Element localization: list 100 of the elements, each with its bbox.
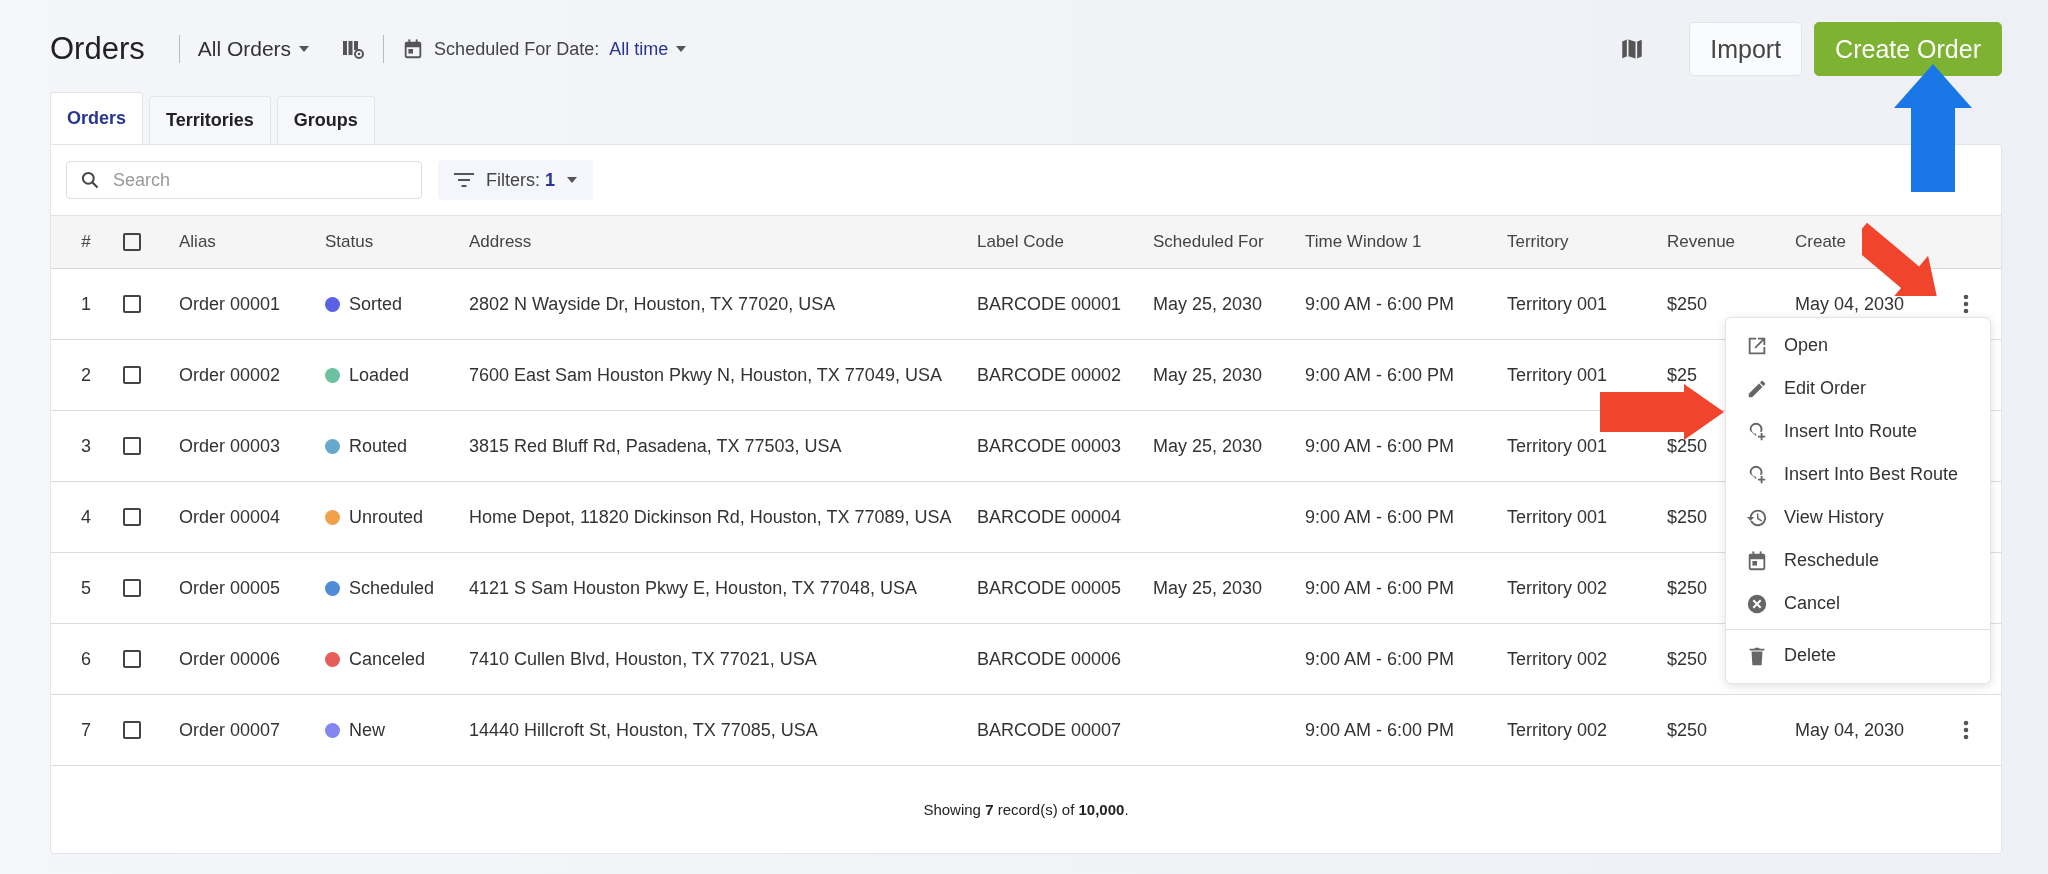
search-icon (80, 170, 100, 190)
menu-item[interactable]: View History (1726, 496, 1990, 539)
tab[interactable]: Orders (50, 92, 144, 144)
more-icon[interactable] (1963, 720, 1969, 740)
column-header: Revenue (1667, 232, 1736, 252)
menu-item[interactable]: Insert Into Route (1726, 410, 1990, 453)
territory-cell: Territory 001 (1507, 293, 1608, 315)
address-cell: 2802 N Wayside Dr, Houston, TX 77020, USA (469, 293, 836, 315)
time-window-cell: 9:00 AM - 6:00 PM (1305, 577, 1455, 599)
alias-cell: Order 00004 (179, 506, 281, 528)
date-cell: May 04, 2030 (1795, 293, 1905, 315)
tab[interactable]: Territories (149, 96, 271, 144)
row-number: 4 (81, 506, 91, 528)
more-icon[interactable] (1963, 294, 1969, 314)
caret-icon (299, 46, 310, 52)
territory-cell: Territory 001 (1507, 435, 1608, 457)
status-label: Loaded (349, 364, 410, 386)
revenue-cell: $250 (1667, 648, 1708, 670)
row-checkbox[interactable] (123, 721, 141, 739)
column-header: Address (469, 232, 532, 252)
row-number: 2 (81, 364, 91, 386)
time-window-cell: 9:00 AM - 6:00 PM (1305, 719, 1455, 741)
time-window-cell: 9:00 AM - 6:00 PM (1305, 364, 1455, 386)
status-label: Canceled (349, 648, 426, 670)
column-header: Alias (179, 232, 216, 252)
address-cell: 4121 S Sam Houston Pkwy E, Houston, TX 77048, USA (469, 577, 917, 599)
label-code-cell: BARCODE 00006 (977, 648, 1122, 670)
date-cell: May 25, 2030 (1153, 364, 1263, 386)
menu-item[interactable]: Edit Order (1726, 367, 1990, 410)
column-header: # (81, 232, 91, 252)
time-window-cell: 9:00 AM - 6:00 PM (1305, 293, 1455, 315)
label-code-cell: BARCODE 00002 (977, 364, 1122, 386)
column-header: Status (325, 232, 374, 252)
row-checkbox[interactable] (123, 508, 141, 526)
address-cell: 7600 East Sam Houston Pkwy N, Houston, TX 77049, USA (469, 364, 942, 386)
filters-button[interactable]: Filters: 1 (438, 160, 594, 200)
label-code-cell: BARCODE 00004 (977, 506, 1122, 528)
revenue-cell: $250 (1667, 719, 1708, 741)
menu-item[interactable]: Insert Into Best Route (1726, 453, 1990, 496)
alias-cell: Order 00005 (179, 577, 281, 599)
row-number: 5 (81, 577, 91, 599)
time-window-cell: 9:00 AM - 6:00 PM (1305, 506, 1455, 528)
revenue-cell: $250 (1667, 293, 1708, 315)
filter-icon (454, 172, 474, 188)
menu-item[interactable]: Cancel (1726, 582, 1990, 625)
alias-cell: Order 00001 (179, 293, 281, 315)
column-header: Scheduled For (1153, 232, 1264, 252)
menu-item[interactable]: Open (1726, 324, 1990, 367)
territory-cell: Territory 001 (1507, 364, 1608, 386)
alias-cell: Order 00003 (179, 435, 281, 457)
territory-cell: Territory 002 (1507, 577, 1608, 599)
column-header: Territory (1507, 232, 1569, 252)
alias-cell: Order 00002 (179, 364, 281, 386)
import-button[interactable]: Import (1689, 22, 1803, 76)
menu-item[interactable]: Reschedule (1726, 539, 1990, 582)
address-cell: 3815 Red Bluff Rd, Pasadena, TX 77503, USA (469, 435, 842, 457)
row-checkbox[interactable] (123, 366, 141, 384)
column-header: Create (1795, 232, 1847, 252)
label-code-cell: BARCODE 00007 (977, 719, 1122, 741)
tab[interactable]: Groups (276, 96, 375, 144)
search-field[interactable]: Search (66, 161, 422, 199)
status-label: Scheduled (349, 577, 435, 599)
row-number: 6 (81, 648, 91, 670)
row-checkbox[interactable] (123, 437, 141, 455)
time-window-cell: 9:00 AM - 6:00 PM (1305, 435, 1455, 457)
row-checkbox[interactable] (123, 579, 141, 597)
territory-cell: Territory 002 (1507, 648, 1608, 670)
column-header: Label Code (977, 232, 1064, 252)
territory-cell: Territory 002 (1507, 719, 1608, 741)
status-label: Routed (349, 435, 408, 457)
record-count: Showing 7 record(s) of 10,000. (923, 801, 1129, 818)
address-cell: 14440 Hillcroft St, Houston, TX 77085, USA (469, 719, 818, 741)
select-all-checkbox[interactable] (123, 233, 141, 251)
page-title: Orders (50, 31, 145, 67)
row-number: 3 (81, 435, 91, 457)
date-filter-dropdown[interactable]: All time (609, 38, 687, 60)
address-cell: Home Depot, 11820 Dickinson Rd, Houston, TX 77089, USA (469, 506, 952, 528)
alias-cell: Order 00007 (179, 719, 281, 741)
date-cell: May 25, 2030 (1153, 293, 1263, 315)
status-label: Sorted (349, 293, 403, 315)
time-window-cell: 9:00 AM - 6:00 PM (1305, 648, 1455, 670)
menu-item[interactable]: Delete (1726, 634, 1990, 677)
cancel-icon (1746, 592, 1768, 615)
alias-cell: Order 00006 (179, 648, 281, 670)
label-code-cell: BARCODE 00001 (977, 293, 1122, 315)
address-cell: 7410 Cullen Blvd, Houston, TX 77021, USA (469, 648, 817, 670)
revenue-cell: $250 (1667, 435, 1708, 457)
revenue-cell: $250 (1667, 506, 1708, 528)
calendar-icon (1746, 549, 1768, 572)
column-header: Time Window 1 (1305, 232, 1422, 252)
view-dropdown[interactable]: All Orders (197, 37, 310, 61)
row-checkbox[interactable] (123, 295, 141, 313)
label-code-cell: BARCODE 00005 (977, 577, 1122, 599)
row-checkbox[interactable] (123, 650, 141, 668)
caret-icon (676, 46, 687, 52)
label-code-cell: BARCODE 00003 (977, 435, 1122, 457)
date-filter-label: Scheduled For Date: (434, 38, 600, 60)
date-cell: May 25, 2030 (1153, 435, 1263, 457)
row-number: 7 (81, 719, 91, 741)
territory-cell: Territory 001 (1507, 506, 1608, 528)
